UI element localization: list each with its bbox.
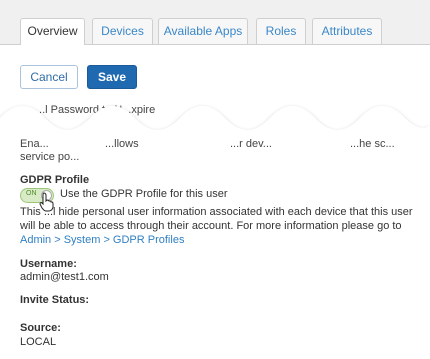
toggle-state-label: ON (26, 190, 37, 197)
torn-text-fragment: Ena... (20, 138, 49, 150)
torn-text-fragment: ...llows (105, 138, 139, 150)
gdpr-description-text: This ...l hide personal user information… (20, 206, 413, 232)
tab-bar: Overview Devices Available Apps Roles At… (0, 0, 430, 45)
tab-attributes[interactable]: Attributes (312, 18, 382, 44)
torn-text-fragment: ...he sc... (350, 138, 395, 150)
invite-status-label: Invite Status: (20, 294, 90, 306)
save-button[interactable]: Save (87, 65, 137, 89)
gdpr-toggle-label: Use the GDPR Profile for this user (60, 188, 228, 200)
username-value: admin@test1.com (20, 271, 109, 283)
torn-text-fragment: ...r dev... (230, 138, 272, 150)
tab-overview[interactable]: Overview (20, 18, 85, 45)
cancel-button[interactable]: Cancel (20, 65, 78, 89)
torn-edge-divider (0, 106, 430, 140)
source-value: LOCAL (20, 336, 57, 348)
gdpr-heading: GDPR Profile (20, 174, 90, 186)
gdpr-profiles-link[interactable]: Admin > System > GDPR Profiles (20, 234, 184, 246)
torn-text-fragment: service po... (20, 151, 80, 163)
tab-devices[interactable]: Devices (92, 18, 153, 44)
tab-roles[interactable]: Roles (256, 18, 306, 44)
tab-available-apps[interactable]: Available Apps (158, 18, 248, 44)
username-label: Username: (20, 258, 77, 270)
gdpr-description: This ...l hide personal user information… (20, 205, 420, 247)
source-label: Source: (20, 322, 61, 334)
